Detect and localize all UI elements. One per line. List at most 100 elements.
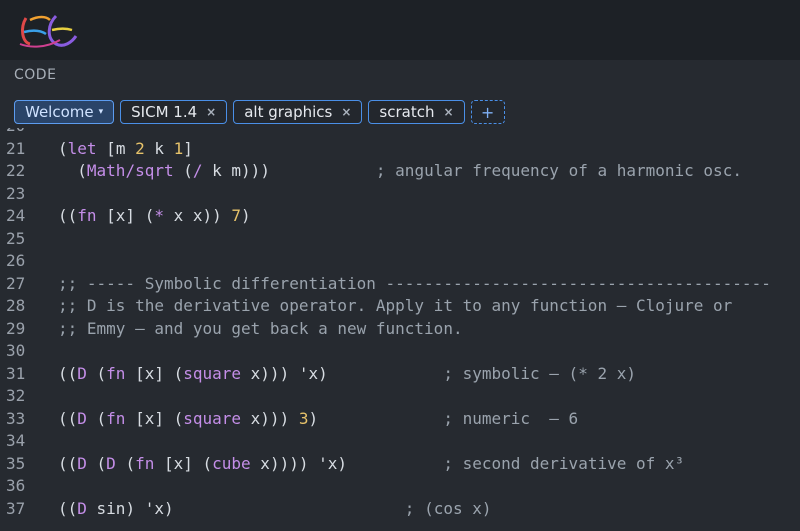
top-bar [0, 0, 800, 60]
close-icon[interactable]: × [341, 105, 351, 119]
code-token: fn [77, 206, 97, 225]
line-number: 29 [6, 318, 26, 338]
code-token: square [183, 363, 242, 383]
code-line[interactable]: 30 [0, 340, 800, 362]
tab-sicm[interactable]: SICM 1.4 × [120, 100, 228, 124]
code-token: ; angular frequency of a harmonic osc. [375, 161, 742, 180]
line-number: 21 [6, 138, 26, 158]
tab-label: Welcome [25, 103, 94, 121]
line-number: 32 [6, 386, 26, 405]
line-number: 20 [6, 128, 36, 137]
code-token: ;; Emmy — and you get back a new functio… [58, 318, 463, 338]
code-line[interactable]: 33 ((D (fn [x] (square x))) 3) ; numeric … [0, 408, 800, 430]
code-token: [m [96, 138, 136, 158]
line-number: 36 [6, 476, 26, 495]
code-token: k m))) [202, 161, 376, 180]
code-token: D [106, 453, 116, 473]
close-icon[interactable]: × [443, 105, 453, 119]
code-token: k [144, 138, 174, 158]
code-token: x))) [241, 408, 299, 428]
line-number: 35 [6, 453, 26, 473]
code-text: ((D (fn [x] (square x))) 3) ; numeric — … [58, 408, 578, 430]
code-line[interactable]: 20 [0, 128, 800, 137]
code-token: square [183, 408, 242, 428]
code-token: (( [58, 206, 78, 225]
code-line[interactable]: 29 ;; Emmy — and you get back a new funct… [0, 318, 800, 340]
code-token: D [77, 498, 87, 518]
code-token: let [67, 138, 97, 158]
code-text: (let [m 2 k 1] [58, 138, 193, 160]
code-token: 2 [135, 138, 145, 158]
code-text: ;; D is the derivative operator. Apply i… [58, 295, 732, 317]
code-token: x x)) [163, 206, 232, 225]
code-line[interactable]: 26 [0, 250, 800, 272]
code-token: [x] ( [125, 363, 184, 383]
code-line[interactable]: 32 [0, 385, 800, 407]
code-token: (( [58, 453, 78, 473]
code-token: D [77, 408, 87, 428]
code-token: ; (cos x) [404, 498, 492, 518]
code-token: x)))) 'x) [250, 453, 444, 473]
code-line[interactable]: 22 (Math/sqrt (/ k m))) ; angular freque… [0, 160, 800, 182]
code-line[interactable]: 37 ((D sin) 'x) ; (cos x) [0, 498, 800, 520]
code-token: ) [241, 206, 251, 225]
code-line[interactable]: 34 [0, 430, 800, 452]
code-token: fn [135, 453, 155, 473]
tab-label: scratch [379, 103, 435, 121]
code-line[interactable]: 36 [0, 475, 800, 497]
code-token: (( [58, 408, 78, 428]
line-number: 33 [6, 408, 26, 428]
code-text: ((D sin) 'x) ; (cos x) [58, 498, 492, 520]
code-token: Math/sqrt [86, 161, 174, 180]
line-number: 34 [6, 431, 26, 450]
code-token: fn [106, 363, 126, 383]
add-tab-button[interactable]: + [470, 100, 505, 124]
code-token: ; second derivative of x³ [443, 453, 685, 473]
code-token: * [154, 206, 164, 225]
code-line[interactable]: 31 ((D (fn [x] (square x))) 'x) ; symboli… [0, 363, 800, 385]
code-token: [x] ( [125, 408, 184, 428]
code-token: [x] ( [154, 453, 213, 473]
code-line[interactable]: 21 (let [m 2 k 1] [0, 138, 800, 160]
tab-bar: Welcome ▾ SICM 1.4 × alt graphics × scra… [14, 98, 505, 126]
code-token: ( [58, 161, 87, 180]
code-line[interactable]: 28 ;; D is the derivative operator. Apply… [0, 295, 800, 317]
code-token: [x] ( [96, 206, 155, 225]
tab-alt-graphics[interactable]: alt graphics × [233, 100, 363, 124]
code-token: ( [58, 138, 68, 158]
code-token: sin) 'x) [86, 498, 405, 518]
code-token: 1 [173, 138, 184, 158]
code-token: ( [115, 453, 136, 473]
line-number: 30 [6, 341, 26, 360]
code-token: ( [86, 453, 107, 473]
code-token: D [77, 363, 87, 383]
code-text: (Math/sqrt (/ k m))) ; angular frequency… [58, 160, 742, 182]
tab-welcome[interactable]: Welcome ▾ [14, 100, 115, 124]
code-token: D [77, 453, 87, 473]
code-line[interactable]: 25 [0, 228, 800, 250]
chevron-down-icon[interactable]: ▾ [99, 107, 104, 117]
tab-scratch[interactable]: scratch × [368, 100, 465, 124]
code-editor[interactable]: 2021(let [m 2 k 1]22 (Math/sqrt (/ k m))… [0, 128, 800, 531]
code-token: ) [308, 408, 444, 428]
line-number: 37 [6, 498, 26, 518]
line-number: 27 [6, 273, 26, 293]
code-line[interactable]: 23 [0, 183, 800, 205]
code-text: ;; Emmy — and you get back a new functio… [58, 318, 463, 340]
code-token: ;; ----- Symbolic differentiation ------… [58, 273, 771, 293]
code-text: ((fn [x] (* x x)) 7) [58, 205, 251, 227]
code-token: cube [212, 453, 251, 473]
code-line[interactable]: 35 ((D (D (fn [x] (cube x)))) 'x) ; secon… [0, 453, 800, 475]
code-token: fn [106, 408, 126, 428]
code-token: / [192, 161, 203, 180]
code-line[interactable]: 24 ((fn [x] (* x x)) 7) [0, 205, 800, 227]
code-token: ( [173, 161, 193, 180]
code-token: ( [86, 408, 107, 428]
emmy-logo[interactable] [16, 10, 78, 50]
code-token: ] [183, 138, 193, 158]
code-token: x))) 'x) [241, 363, 444, 383]
close-icon[interactable]: × [206, 105, 216, 119]
code-line[interactable]: 27 ;; ----- Symbolic differentiation ----… [0, 273, 800, 295]
line-number: 24 [6, 206, 26, 225]
code-token: ; symbolic — (* 2 x) [443, 363, 636, 383]
